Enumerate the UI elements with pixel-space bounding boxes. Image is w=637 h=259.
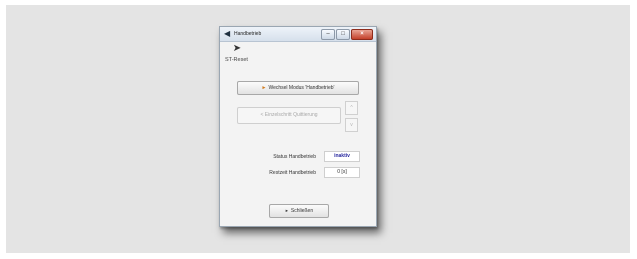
- st-reset-label: ST-Reset: [225, 57, 248, 63]
- step-down-button[interactable]: v: [345, 118, 358, 132]
- st-reset-icon[interactable]: ➤: [231, 43, 243, 55]
- restzeit-label: Restzeit Handbetrieb: [269, 170, 316, 176]
- status-label: Status Handbetrieb: [273, 154, 316, 160]
- mode-switch-label: Wechsel Modus 'Handbetrieb': [268, 85, 335, 91]
- step-up-button[interactable]: ^: [345, 101, 358, 115]
- close-window-button[interactable]: ×: [351, 29, 373, 40]
- step-acknowledge-button[interactable]: < Einzelschritt Quittierung: [237, 107, 341, 124]
- close-button-label: Schließen: [290, 208, 314, 214]
- maximize-button[interactable]: □: [336, 29, 350, 40]
- arrow-left-icon: ◀: [224, 29, 231, 38]
- bullet-arrow-icon: ►: [284, 208, 289, 213]
- status-value: inaktiv: [324, 151, 360, 162]
- window-title: Handbetrieb: [234, 31, 262, 37]
- minimize-button[interactable]: –: [321, 29, 335, 40]
- window-controls: – □ ×: [321, 29, 373, 40]
- handbetrieb-dialog: ◀ Handbetrieb – □ × ➤ ST-Reset ► Wechsel …: [219, 26, 377, 227]
- mode-switch-button[interactable]: ► Wechsel Modus 'Handbetrieb': [237, 81, 359, 95]
- close-button[interactable]: ► Schließen: [269, 204, 329, 218]
- restzeit-value: 0 [s]: [324, 167, 360, 178]
- orange-arrow-icon: ►: [261, 85, 267, 91]
- title-bar[interactable]: ◀ Handbetrieb – □ ×: [220, 27, 376, 42]
